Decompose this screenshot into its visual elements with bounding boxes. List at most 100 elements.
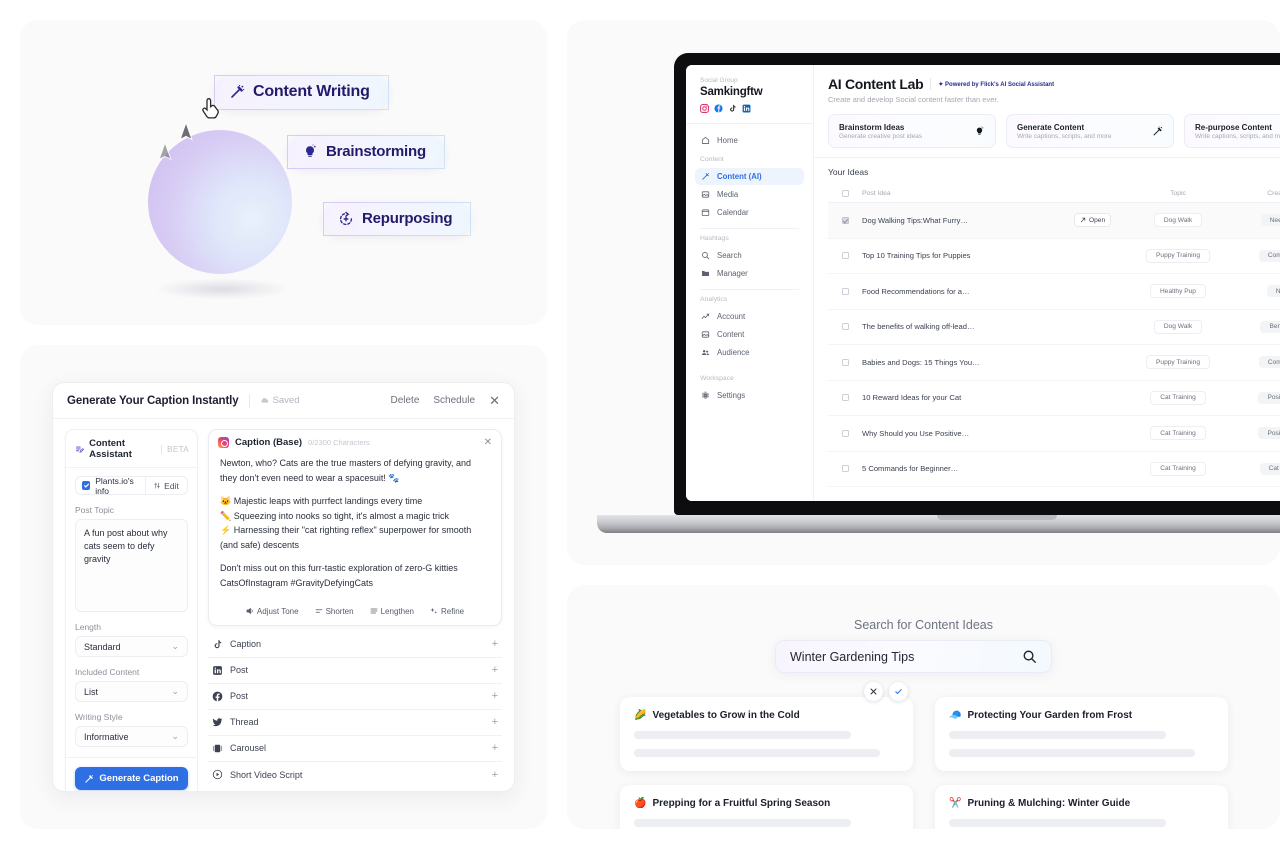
caption-paragraph: Newton, who? Cats are the true masters o…	[220, 458, 471, 483]
expand-icon	[1080, 218, 1086, 223]
divider	[930, 78, 932, 90]
pill-label: Content Writing	[253, 83, 370, 100]
idea-card[interactable]: 🌽 Vegetables to Grow in the Cold	[620, 697, 913, 771]
select-all-checkbox[interactable]	[841, 190, 849, 197]
delete-button[interactable]: Delete	[390, 395, 419, 406]
included-content-select[interactable]: List ⌄	[75, 681, 188, 702]
sidebar-item-calendar[interactable]: Calendar	[695, 204, 804, 221]
add-channel-button[interactable]: +	[492, 690, 498, 702]
channel-label: Post	[230, 691, 249, 702]
row-checkbox[interactable]	[841, 323, 849, 331]
sidebar-item-account[interactable]: Account	[695, 308, 804, 325]
check-icon	[895, 689, 902, 695]
placeholder-line	[949, 731, 1167, 739]
caption-paragraph: 🐱 Majestic leaps with purrfect landings …	[220, 496, 472, 550]
action-card-subtitle: Write captions, scripts, and m	[1195, 132, 1280, 140]
adjust-tone-button[interactable]: Adjust Tone	[246, 607, 299, 616]
sidebar-item-content-ai[interactable]: Content (AI)	[695, 168, 804, 185]
open-button[interactable]: Open	[1074, 213, 1112, 228]
accept-idea-button[interactable]	[889, 682, 908, 701]
add-channel-button[interactable]: +	[492, 638, 498, 650]
generate-caption-button[interactable]: Generate Caption	[75, 767, 188, 790]
row-checkbox[interactable]	[841, 252, 849, 260]
idea-card[interactable]: ✂️ Pruning & Mulching: Winter Guide	[935, 785, 1228, 829]
close-icon[interactable]: ✕	[484, 437, 492, 448]
action-card-repurpose[interactable]: Re-purpose Content Write captions, scrip…	[1184, 114, 1280, 148]
lengthen-button[interactable]: Lengthen	[370, 607, 414, 616]
list-item[interactable]: Thread +	[208, 710, 502, 736]
sidebar-item-content[interactable]: Content	[695, 326, 804, 343]
sidebar-item-search[interactable]: Search	[695, 247, 804, 264]
brand-info-toggle[interactable]: Plants.io's info	[76, 477, 145, 494]
pill-repurposing[interactable]: Repurposing	[323, 202, 472, 236]
list-item[interactable]: Post +	[208, 684, 502, 710]
idea-emoji: 🌽	[634, 710, 647, 721]
instagram-icon	[700, 104, 709, 113]
table-row[interactable]: 5 Commands for Beginner… Cat Training Ca…	[828, 452, 1280, 487]
table-row[interactable]: The benefits of walking off-lead… Dog Wa…	[828, 310, 1280, 345]
table-row[interactable]: Top 10 Training Tips for Puppies Puppy T…	[828, 239, 1280, 274]
add-channel-button[interactable]: +	[492, 716, 498, 728]
sidebar-item-label: Media	[717, 190, 739, 199]
tone-icon	[246, 607, 253, 615]
sidebar-item-label: Search	[717, 251, 742, 260]
pill-content-writing[interactable]: Content Writing	[214, 75, 389, 110]
sidebar-account[interactable]: Social Group Samkingftw	[686, 77, 813, 124]
sidebar-item-manager[interactable]: Manager	[695, 265, 804, 282]
close-icon	[870, 688, 877, 695]
action-card-brainstorm[interactable]: Brainstorm Ideas Generate creative post …	[828, 114, 996, 148]
row-checkbox[interactable]	[841, 358, 849, 366]
row-checkbox[interactable]	[841, 429, 849, 437]
assistant-title: Content Assistant	[89, 438, 132, 460]
row-checkbox[interactable]	[841, 465, 849, 473]
idea-title: Pruning & Mulching: Winter Guide	[967, 798, 1131, 809]
length-select[interactable]: Standard ⌄	[75, 636, 188, 657]
table-row[interactable]: Why Should you Use Positive… Cat Trainin…	[828, 416, 1280, 452]
row-checkbox[interactable]	[841, 287, 849, 295]
sidebar-item-media[interactable]: Media	[695, 186, 804, 203]
sidebar-item-label: Manager	[717, 269, 748, 278]
sidebar-item-label: Content (AI)	[717, 172, 762, 181]
row-checkbox[interactable]	[841, 394, 849, 402]
placeholder-line	[634, 731, 852, 739]
sidebar-item-home[interactable]: Home	[695, 132, 804, 149]
reject-idea-button[interactable]	[864, 682, 883, 701]
table-row[interactable]: Dog Walking Tips:What Furry… Open Dog Wa…	[828, 203, 1280, 239]
list-item[interactable]: Post +	[208, 658, 502, 684]
brand-info-chip[interactable]: Plants.io's info Edit	[75, 476, 188, 495]
close-icon[interactable]: ✕	[489, 394, 500, 407]
search-input[interactable]: Winter Gardening Tips	[775, 640, 1052, 673]
refine-button[interactable]: Refine	[430, 607, 464, 616]
schedule-button[interactable]: Schedule	[433, 395, 475, 406]
shorten-button[interactable]: Shorten	[315, 607, 354, 616]
list-item[interactable]: Short Video Script +	[208, 762, 502, 788]
list-item[interactable]: Caption +	[208, 632, 502, 658]
generate-caption-label: Generate Caption	[99, 773, 179, 784]
list-item[interactable]: Carousel +	[208, 736, 502, 762]
action-card-generate[interactable]: Generate Content Write captions, scripts…	[1006, 114, 1174, 148]
add-channel-button[interactable]: +	[492, 769, 498, 781]
writing-style-select[interactable]: Informative ⌄	[75, 726, 188, 747]
table-row[interactable]: Food Recommendations for a… Healthy Pup …	[828, 274, 1280, 310]
shorten-icon	[315, 609, 322, 613]
post-topic-input[interactable]: A fun post about why cats seem to defy g…	[75, 519, 188, 612]
page-title: Generate Your Caption Instantly	[67, 394, 239, 407]
add-channel-button[interactable]: +	[492, 664, 498, 676]
table-row[interactable]: Babies and Dogs: 15 Things You… Puppy Tr…	[828, 345, 1280, 381]
magic-wand-icon	[85, 774, 94, 783]
sidebar-item-settings[interactable]: Settings	[695, 387, 804, 404]
row-checkbox[interactable]	[841, 216, 849, 224]
edit-brand-info-button[interactable]: Edit	[145, 477, 187, 494]
idea-card[interactable]: 🧢 Protecting Your Garden from Frost	[935, 697, 1228, 771]
idea-card[interactable]: 🍎 Prepping for a Fruitful Spring Season	[620, 785, 913, 829]
sidebar-nav: Home Content Content (AI) Media Calendar…	[686, 124, 813, 407]
sidebar-item-audience[interactable]: Audience	[695, 344, 804, 361]
caption-text[interactable]: Newton, who? Cats are the true masters o…	[209, 454, 501, 599]
sidebar-item-label: Audience	[717, 348, 750, 357]
add-channel-button[interactable]: +	[492, 742, 498, 754]
search-icon[interactable]	[1022, 649, 1037, 664]
linkedin-icon	[742, 104, 751, 113]
table-row[interactable]: 10 Reward Ideas for your Cat Cat Trainin…	[828, 381, 1280, 416]
pill-brainstorming[interactable]: Brainstorming	[287, 135, 445, 169]
placeholder-line	[949, 819, 1167, 827]
